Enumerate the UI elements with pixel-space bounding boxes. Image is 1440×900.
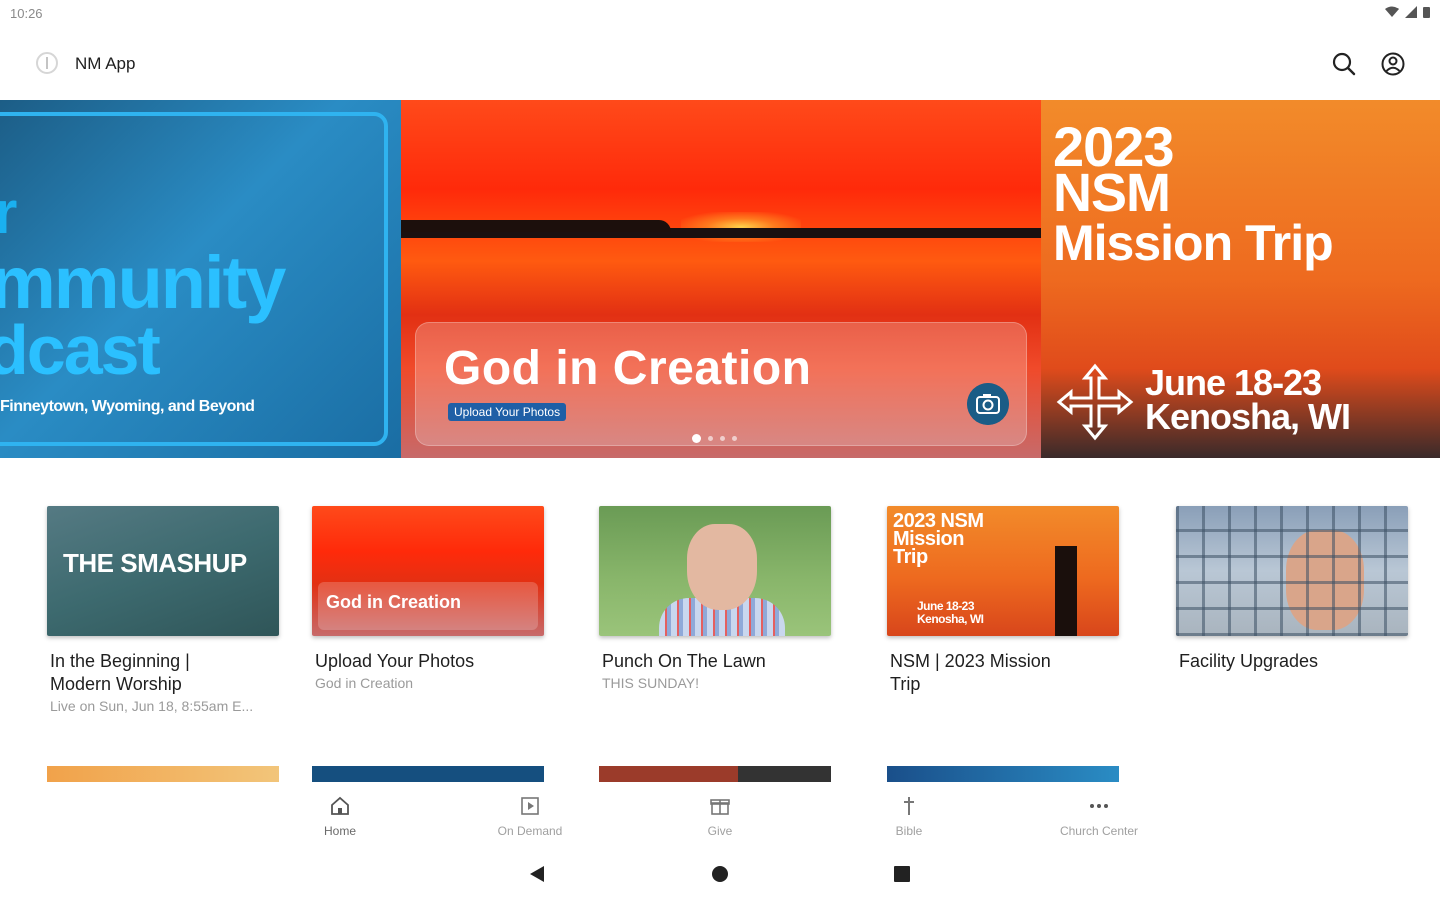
creation-tag: Upload Your Photos	[448, 403, 567, 421]
thumb-text-small: June 18-23 Kenosha, WI	[917, 599, 984, 626]
content-card[interactable]: Facility Upgrades	[1176, 506, 1408, 673]
nav-label: Give	[707, 824, 733, 838]
home-circle-icon[interactable]	[710, 864, 730, 884]
nav-label: On Demand	[497, 824, 563, 838]
nav-item-bible[interactable]: Bible	[859, 794, 959, 838]
creation-card: God in Creation Upload Your Photos	[415, 322, 1027, 446]
wifi-icon	[1385, 6, 1399, 17]
carousel-pagination	[692, 434, 737, 443]
home-icon	[331, 796, 349, 815]
card-title: In the Beginning | Modern Worship	[47, 650, 279, 696]
podcast-title-line1: r	[0, 179, 17, 246]
lighthouse	[1055, 546, 1077, 636]
nav-item-home[interactable]: Home	[290, 794, 390, 838]
content-card[interactable]: Punch On The Lawn THIS SUNDAY!	[599, 506, 831, 691]
battery-icon	[1423, 7, 1430, 18]
bottom-nav: Home On Demand Give Bible Church Center	[0, 782, 1440, 842]
creation-title: God in Creation	[444, 342, 812, 395]
play-icon	[521, 797, 539, 815]
card-thumbnail	[599, 506, 831, 636]
search-icon[interactable]	[1330, 50, 1358, 78]
card-subtitle: THIS SUNDAY!	[602, 675, 699, 691]
card-title-line: In the Beginning |	[50, 651, 190, 671]
carousel-slide-podcast[interactable]: r mmunity dcast Finneytown, Wyoming, and…	[0, 100, 401, 458]
content-card-peek[interactable]	[47, 766, 279, 782]
thumb-text: God in Creation	[326, 592, 461, 612]
card-subtitle: Live on Sun, Jun 18, 8:55am E...	[50, 698, 254, 714]
nav-item-church-center[interactable]: Church Center	[1049, 794, 1149, 838]
card-thumbnail: THE SMASHUP	[47, 506, 279, 636]
card-title-line: Modern Worship	[50, 674, 182, 694]
back-icon[interactable]	[528, 864, 546, 884]
card-title: Facility Upgrades	[1179, 651, 1319, 671]
podcast-subtitle: Finneytown, Wyoming, and Beyond	[0, 398, 255, 415]
horizon-island	[401, 220, 671, 232]
app-bar: NM App	[0, 40, 1440, 88]
status-icons	[1385, 6, 1430, 18]
app-screen: 10:26 NM App r mmunity dcast Finneytown,…	[0, 0, 1440, 900]
nav-item-give[interactable]: Give	[670, 794, 770, 838]
card-thumbnail: God in Creation	[312, 506, 544, 636]
carousel-slide-mission[interactable]: 2023 NSM Mission Trip June 18-23 Kenosha…	[1041, 100, 1440, 458]
thumb-text: 2023 NSM Mission Trip	[893, 510, 984, 568]
compass-cross-icon	[1056, 363, 1134, 441]
app-logo-icon	[36, 52, 58, 74]
content-card[interactable]: 2023 NSM Mission Trip June 18-23 Kenosha…	[887, 506, 1119, 696]
recents-icon[interactable]	[893, 865, 911, 883]
card-thumbnail: 2023 NSM Mission Trip June 18-23 Kenosha…	[887, 506, 1119, 636]
carousel-dot[interactable]	[720, 436, 725, 441]
account-icon[interactable]	[1379, 50, 1407, 78]
camera-icon	[967, 383, 1009, 425]
system-nav-bar	[0, 852, 1440, 900]
card-title: NSM | 2023 Mission Trip	[887, 650, 1119, 696]
card-title-line: Trip	[890, 674, 921, 694]
content-card[interactable]: God in Creation Upload Your Photos God i…	[312, 506, 544, 691]
more-icon	[1090, 804, 1108, 808]
signal-icon	[1405, 6, 1417, 18]
cross-icon	[904, 797, 914, 815]
hero-carousel[interactable]: r mmunity dcast Finneytown, Wyoming, and…	[0, 100, 1440, 458]
status-bar: 10:26	[0, 0, 1440, 28]
mission-location: Kenosha, WI	[1145, 396, 1351, 437]
podcast-title-line3: dcast	[0, 311, 161, 389]
carousel-dot[interactable]	[708, 436, 713, 441]
content-card-peek[interactable]	[599, 766, 831, 782]
nav-label: Church Center	[1059, 824, 1139, 838]
carousel-slide-creation[interactable]: God in Creation Upload Your Photos	[401, 100, 1041, 458]
fence-overlay	[1176, 506, 1408, 636]
nav-label: Bible	[895, 824, 923, 838]
gift-icon	[710, 799, 730, 815]
card-subtitle: God in Creation	[315, 675, 414, 691]
content-card-peek[interactable]	[312, 766, 544, 782]
nav-label: Home	[323, 824, 356, 838]
card-thumbnail	[1176, 506, 1408, 636]
card-title-line: NSM | 2023 Mission	[890, 651, 1051, 671]
status-time: 10:26	[10, 6, 43, 21]
app-title: NM App	[75, 54, 136, 73]
thumb-text: THE SMASHUP	[63, 548, 247, 578]
carousel-dot[interactable]	[692, 434, 701, 443]
content-card[interactable]: THE SMASHUP In the Beginning | Modern Wo…	[47, 506, 279, 714]
card-title: Punch On The Lawn	[602, 651, 766, 671]
content-card-peek[interactable]	[887, 766, 1119, 782]
mission-title: Mission Trip	[1053, 215, 1334, 271]
card-title: Upload Your Photos	[315, 651, 475, 671]
carousel-dot[interactable]	[732, 436, 737, 441]
nav-item-on-demand[interactable]: On Demand	[480, 794, 580, 838]
person-face	[687, 524, 757, 610]
